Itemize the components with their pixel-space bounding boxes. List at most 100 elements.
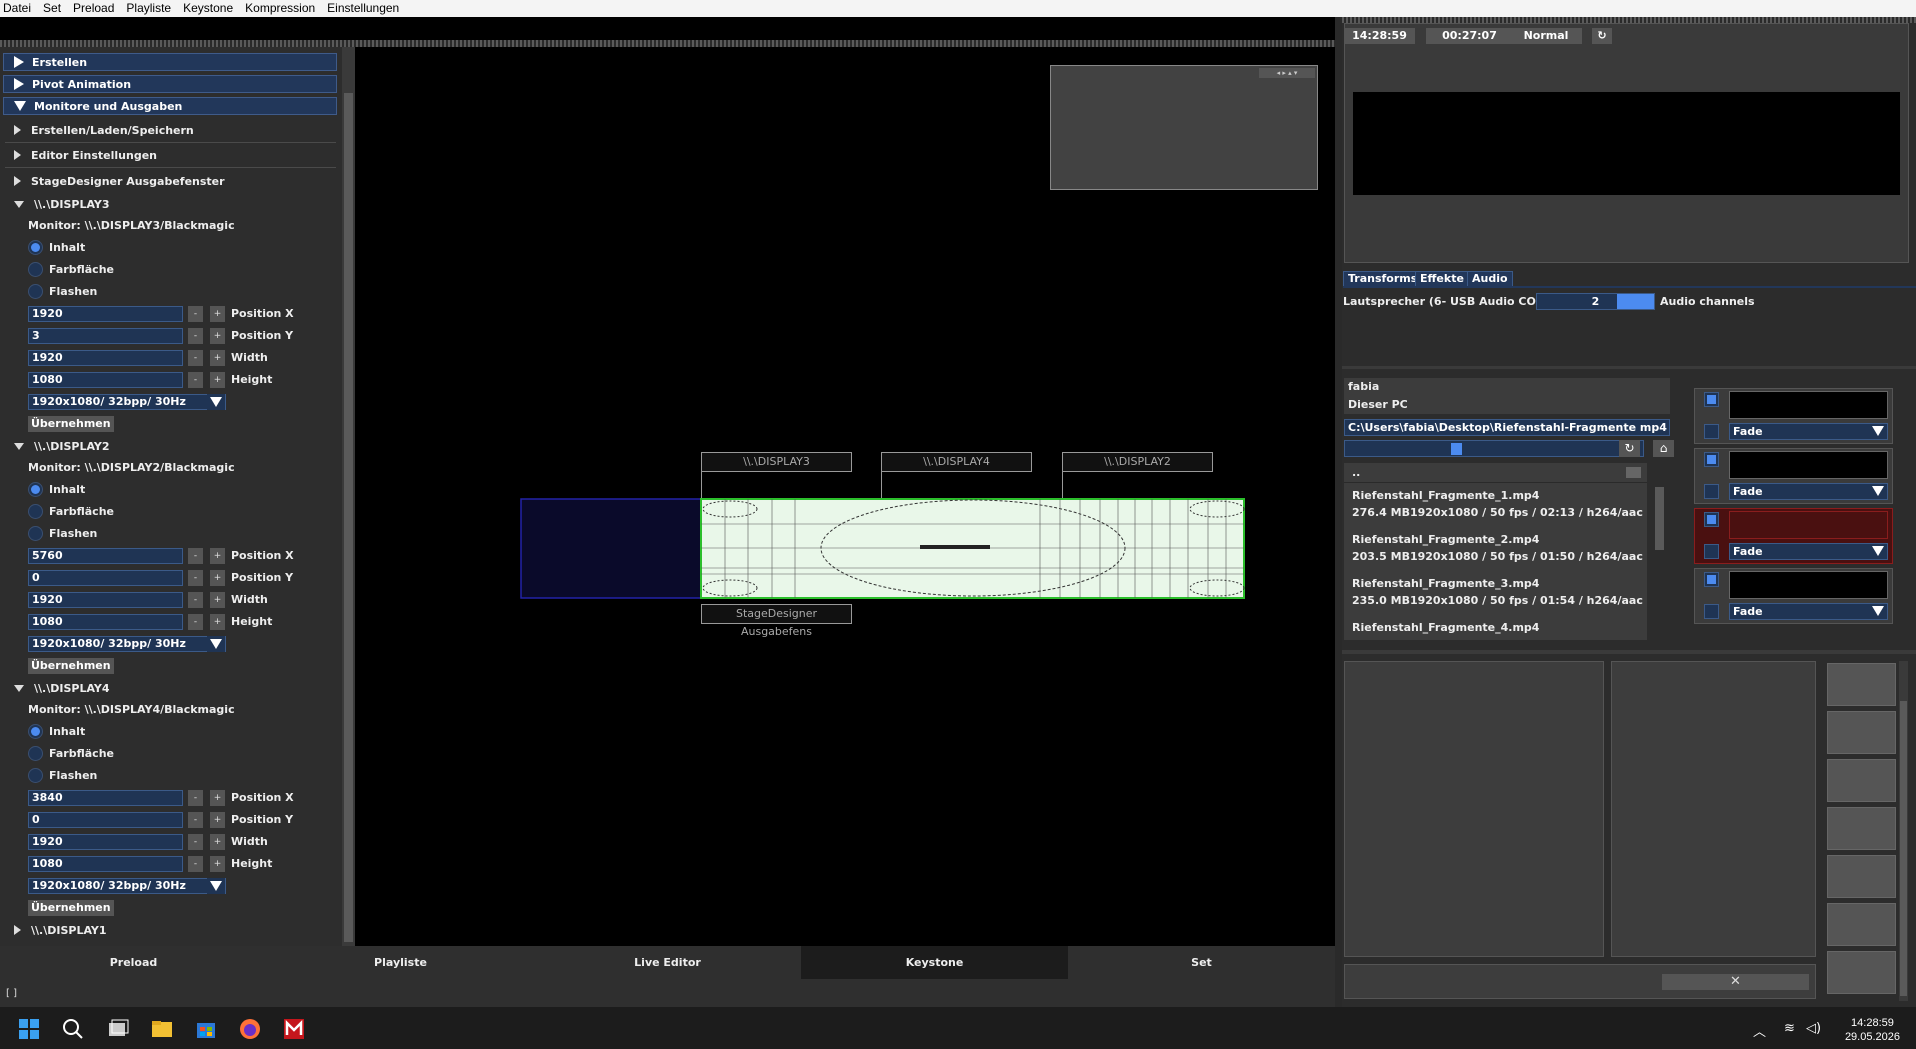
height-input[interactable]: 1080 [28,372,183,388]
grid-button[interactable] [1827,951,1896,994]
radio-inhalt[interactable]: Inhalt [28,482,85,497]
grid-button[interactable] [1827,711,1896,754]
browser-slider[interactable] [1344,440,1644,457]
file-explorer-icon[interactable] [151,1018,173,1040]
sub-editor-einstellungen[interactable]: Editor Einstellungen [14,147,157,163]
transition-select[interactable]: Fade [1729,483,1888,500]
layer-option-checkbox[interactable] [1704,484,1719,499]
menu-keystone[interactable]: Keystone [177,0,239,17]
tab-effekte[interactable]: Effekte [1415,271,1469,287]
transition-select[interactable]: Fade [1729,543,1888,560]
search-icon[interactable] [62,1018,84,1040]
audio-device[interactable]: Lautsprecher (6- USB Audio CODE [1343,295,1552,308]
list-item[interactable]: Riefenstahl_Fragmente_1.mp4 276.4 MB1920x… [1344,483,1647,527]
increment-button[interactable]: + [210,306,225,322]
start-icon[interactable] [18,1018,40,1040]
list-item[interactable]: Riefenstahl_Fragmente_2.mp4 203.5 MB1920x… [1344,527,1647,571]
list-item[interactable]: Riefenstahl_Fragmente_4.mp4 [1344,615,1647,640]
menu-playliste[interactable]: Playliste [120,0,177,17]
layer-enable-checkbox[interactable] [1704,512,1719,527]
stage-display2-tag[interactable]: \\.\DISPLAY2 [1062,452,1213,472]
tab-live-editor[interactable]: Live Editor [534,946,801,979]
grid-scrollbar[interactable] [1899,661,1908,1001]
increment-button[interactable]: + [210,834,225,850]
decrement-button[interactable]: - [188,350,203,366]
radio-flashen[interactable]: Flashen [28,284,97,299]
home-icon[interactable]: ⌂ [1653,440,1674,457]
position-x-input[interactable]: 1920 [28,306,183,322]
grid-button[interactable] [1827,903,1896,946]
radio-farbflaeche[interactable]: Farbfläche [28,262,114,277]
menu-preload[interactable]: Preload [67,0,120,17]
height-input[interactable]: 1080 [28,856,183,872]
decrement-button[interactable]: - [188,328,203,344]
store-icon[interactable] [195,1018,217,1040]
chevron-up-icon[interactable]: ︿ [1753,1021,1766,1040]
layer-enable-checkbox[interactable] [1704,572,1719,587]
stage-output-tag[interactable]: StageDesigner Ausgabefens [701,604,852,638]
position-x-input[interactable]: 3840 [28,790,183,806]
settings-scrollbar[interactable] [342,47,355,946]
apply-button[interactable]: Übernehmen [28,416,114,432]
increment-button[interactable]: + [210,328,225,344]
parent-folder-item[interactable]: .. [1344,463,1647,483]
decrement-button[interactable]: - [188,614,203,630]
layer-option-checkbox[interactable] [1704,604,1719,619]
tab-audio[interactable]: Audio [1467,271,1513,287]
splitter-handle[interactable] [0,40,1335,47]
display-mode-select[interactable]: 1920x1080/ 32bpp/ 30Hz [28,394,226,410]
refresh-icon[interactable]: ↻ [1592,28,1612,44]
decrement-button[interactable]: - [188,306,203,322]
layer-enable-checkbox[interactable] [1704,452,1719,467]
apply-button[interactable]: Übernehmen [28,658,114,674]
layer-option-checkbox[interactable] [1704,424,1719,439]
layer-slot[interactable]: Fade [1694,388,1893,444]
volume-icon[interactable]: ◁) [1806,1021,1821,1036]
path-input[interactable]: C:\Users\fabia\Desktop\Riefenstahl-Fragm… [1344,419,1670,436]
section-erstellen[interactable]: Erstellen [3,53,337,71]
browser-user[interactable]: fabia [1344,378,1670,396]
increment-button[interactable]: + [210,570,225,586]
list-item[interactable]: Riefenstahl_Fragmente_3.mp4 235.0 MB1920x… [1344,571,1647,615]
stage-display4-tag[interactable]: \\.\DISPLAY4 [881,452,1032,472]
app-icon[interactable] [283,1018,305,1040]
menu-set[interactable]: Set [37,0,67,17]
sub-display3[interactable]: \\.\DISPLAY3 [14,196,110,212]
tab-keystone[interactable]: Keystone [801,946,1068,979]
display-mode-select[interactable]: 1920x1080/ 32bpp/ 30Hz [28,636,226,652]
task-view-icon[interactable] [107,1018,129,1040]
tab-preload[interactable]: Preload [0,946,267,979]
close-button[interactable]: ✕ [1662,974,1809,990]
radio-farbflaeche[interactable]: Farbfläche [28,504,114,519]
grid-button[interactable] [1827,807,1896,850]
menu-datei[interactable]: Datei [0,0,37,17]
decrement-button[interactable]: - [188,790,203,806]
playback-mode[interactable]: Normal [1510,28,1582,44]
sub-display2[interactable]: \\.\DISPLAY2 [14,438,110,454]
stage-display3-tag[interactable]: \\.\DISPLAY3 [701,452,852,472]
height-input[interactable]: 1080 [28,614,183,630]
apply-button[interactable]: Übernehmen [28,900,114,916]
grid-button[interactable] [1827,855,1896,898]
menu-einstellungen[interactable]: Einstellungen [321,0,405,17]
preview-controls[interactable]: ◂ ▸ ▴ ▾ [1259,68,1315,78]
layer-option-checkbox[interactable] [1704,544,1719,559]
tab-transforms[interactable]: Transforms [1343,271,1423,287]
position-y-input[interactable]: 3 [28,328,183,344]
increment-button[interactable]: + [210,350,225,366]
radio-flashen[interactable]: Flashen [28,768,97,783]
tab-playliste[interactable]: Playliste [267,946,534,979]
radio-inhalt[interactable]: Inhalt [28,724,85,739]
decrement-button[interactable]: - [188,372,203,388]
stage-output-layout[interactable] [520,498,1246,600]
radio-inhalt[interactable]: Inhalt [28,240,85,255]
increment-button[interactable]: + [210,592,225,608]
sub-display4[interactable]: \\.\DISPLAY4 [14,680,110,696]
section-pivot-animation[interactable]: Pivot Animation [3,75,337,93]
position-y-input[interactable]: 0 [28,570,183,586]
stage-preview-window[interactable]: ◂ ▸ ▴ ▾ [1050,65,1318,190]
decrement-button[interactable]: - [188,570,203,586]
width-input[interactable]: 1920 [28,592,183,608]
menu-kompression[interactable]: Kompression [239,0,321,17]
increment-button[interactable]: + [210,614,225,630]
